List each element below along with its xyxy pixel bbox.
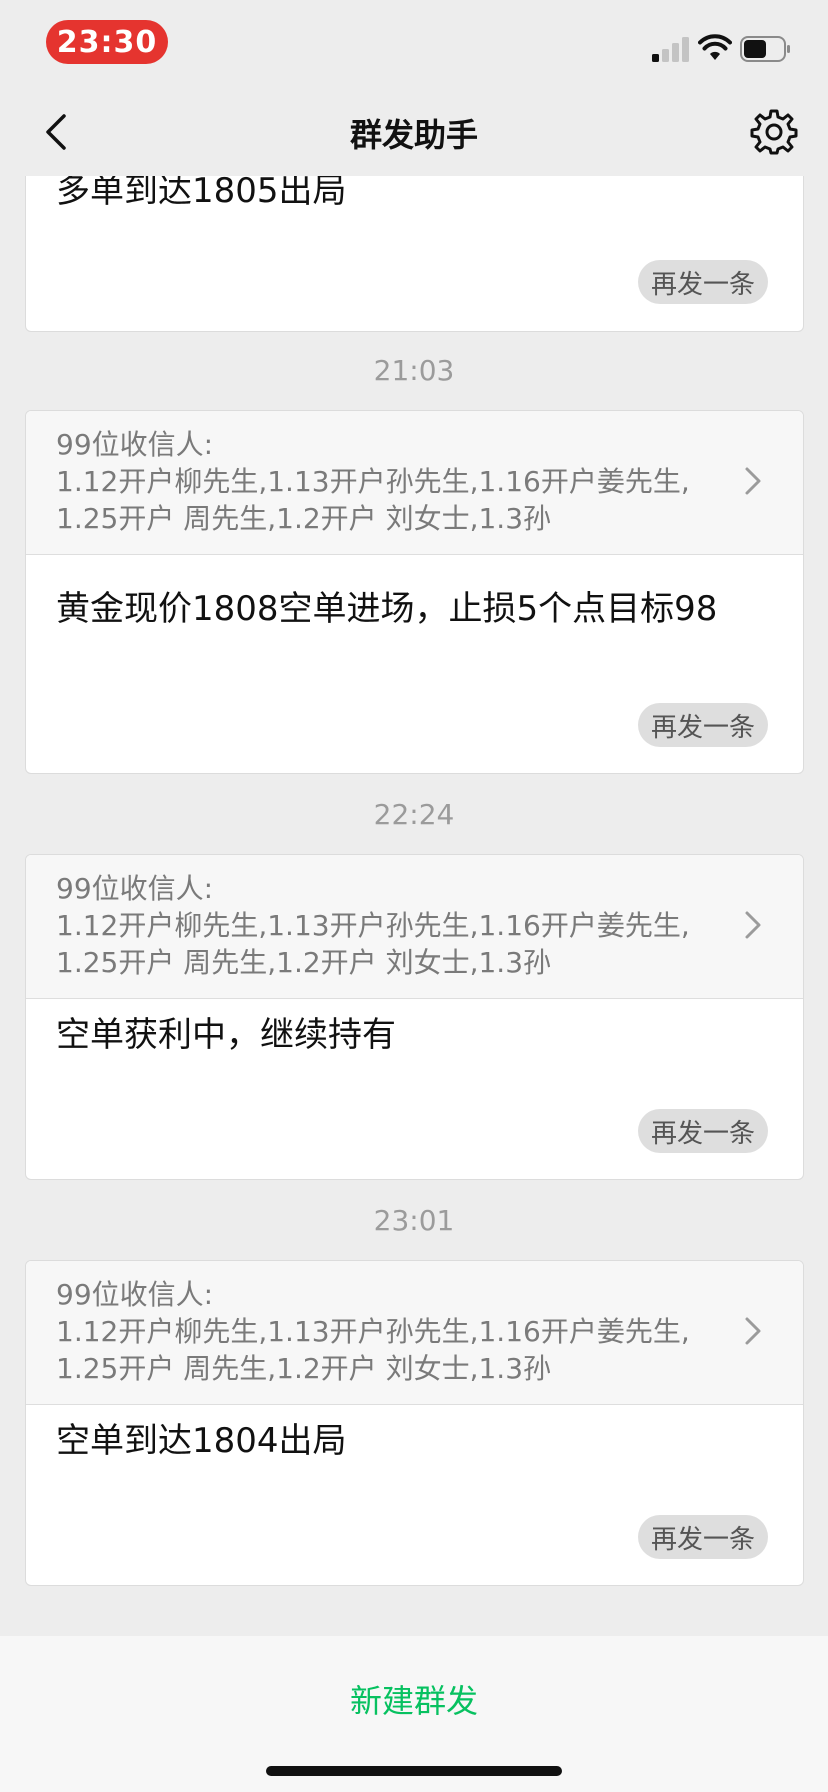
bottom-bar: 新建群发 xyxy=(0,1636,828,1792)
new-broadcast-button[interactable]: 新建群发 xyxy=(0,1676,828,1722)
message-list[interactable]: 多单到达1805出局 再发一条 21:03 99位收信人: 1.12开户柳先生,… xyxy=(0,176,828,1636)
resend-button[interactable]: 再发一条 xyxy=(638,1109,768,1153)
broadcast-card: 多单到达1805出局 再发一条 xyxy=(25,176,804,332)
status-time: 23:30 xyxy=(46,20,168,64)
recipient-list[interactable]: 99位收信人: 1.12开户柳先生,1.13开户孙先生,1.16开户姜先生,1.… xyxy=(26,1261,803,1405)
battery-icon xyxy=(740,36,790,62)
broadcast-card: 99位收信人: 1.12开户柳先生,1.13开户孙先生,1.16开户姜先生,1.… xyxy=(25,854,804,1180)
cellular-signal-icon xyxy=(652,36,690,62)
resend-button[interactable]: 再发一条 xyxy=(638,260,768,304)
broadcast-card: 99位收信人: 1.12开户柳先生,1.13开户孙先生,1.16开户姜先生,1.… xyxy=(25,1260,804,1586)
recipient-count: 99位收信人: xyxy=(56,428,214,461)
resend-button[interactable]: 再发一条 xyxy=(638,1515,768,1559)
recipient-count: 99位收信人: xyxy=(56,1278,214,1311)
home-indicator xyxy=(266,1766,562,1776)
page-title: 群发助手 xyxy=(349,116,478,154)
wifi-icon xyxy=(698,34,732,60)
recipient-count: 99位收信人: xyxy=(56,872,214,905)
message-text: 空单获利中，继续持有 xyxy=(56,1015,396,1055)
recipient-list[interactable]: 99位收信人: 1.12开户柳先生,1.13开户孙先生,1.16开户姜先生,1.… xyxy=(26,411,803,555)
chevron-right-icon xyxy=(745,1317,761,1345)
status-bar: 23:30 xyxy=(0,0,828,88)
recipient-names: 1.12开户柳先生,1.13开户孙先生,1.16开户姜先生,1.25开户 周先生… xyxy=(56,465,690,535)
chevron-right-icon xyxy=(745,911,761,939)
resend-button[interactable]: 再发一条 xyxy=(638,703,768,747)
broadcast-card: 99位收信人: 1.12开户柳先生,1.13开户孙先生,1.16开户姜先生,1.… xyxy=(25,410,804,774)
nav-bar: 群发助手 xyxy=(0,88,828,176)
recipient-names: 1.12开户柳先生,1.13开户孙先生,1.16开户姜先生,1.25开户 周先生… xyxy=(56,909,690,979)
chevron-right-icon xyxy=(745,467,761,495)
timestamp: 23:01 xyxy=(373,1204,455,1237)
message-text: 空单到达1804出局 xyxy=(56,1421,347,1461)
recipient-names: 1.12开户柳先生,1.13开户孙先生,1.16开户姜先生,1.25开户 周先生… xyxy=(56,1315,690,1385)
timestamp: 21:03 xyxy=(373,354,455,387)
recipient-list[interactable]: 99位收信人: 1.12开户柳先生,1.13开户孙先生,1.16开户姜先生,1.… xyxy=(26,855,803,999)
message-text: 多单到达1805出局 xyxy=(56,176,347,211)
gear-icon[interactable] xyxy=(750,108,798,156)
timestamp: 22:24 xyxy=(373,798,455,831)
message-text: 黄金现价1808空单进场，止损5个点目标98 xyxy=(56,589,718,629)
